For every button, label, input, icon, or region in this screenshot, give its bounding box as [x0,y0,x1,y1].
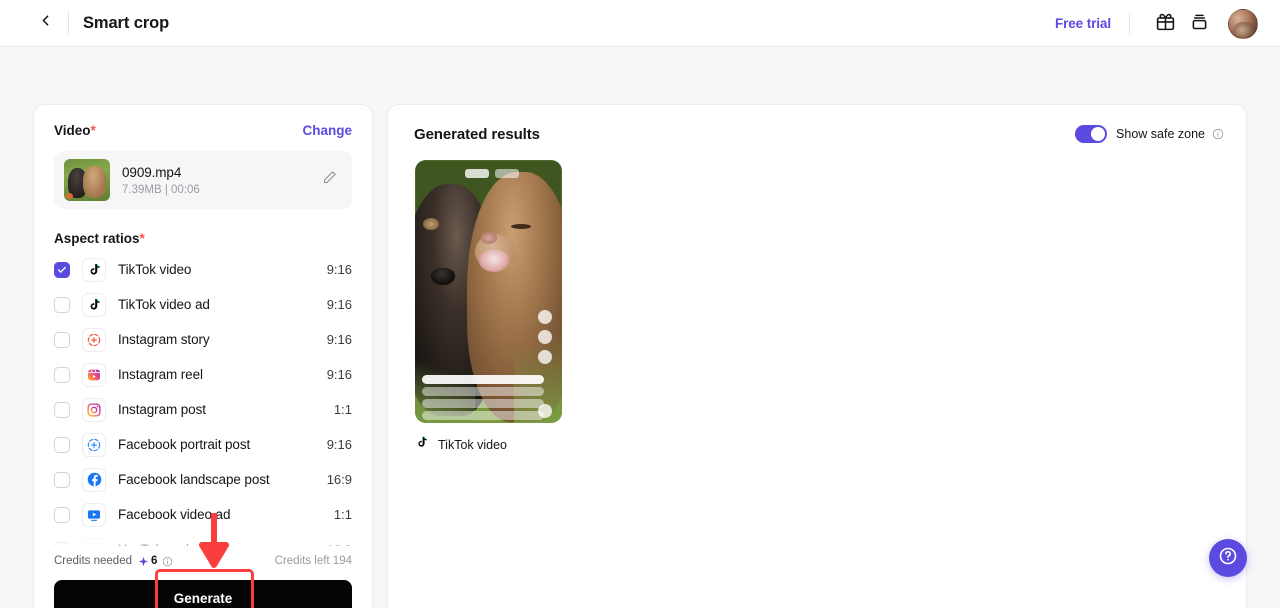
aspect-ratio-value: 9:16 [326,332,352,347]
aspect-ratio-value: 9:16 [326,297,352,312]
required-asterisk: * [139,231,145,246]
aspect-ratio-row-tiktok-video[interactable]: TikTok video 9:16 [54,252,352,287]
facebook-video-icon [82,502,106,527]
page-title: Smart crop [83,13,170,32]
main-stage: Video* Change 0909.mp4 7.39MB | 00:06 As… [0,47,1280,608]
toggle-knob [1091,127,1106,141]
tiktok-icon [415,435,429,454]
video-file-meta: 0909.mp4 7.39MB | 00:06 [122,165,316,196]
aspect-ratio-label: Facebook video ad [118,507,231,522]
aspect-ratio-row-tiktok-video-ad[interactable]: TikTok video ad 9:16 [54,287,352,322]
aspect-ratio-row-facebook-landscape-post[interactable]: Facebook landscape post 16:9 [54,462,352,497]
credits-needed-label: Credits needed [54,555,132,567]
instagram-story-icon [82,327,106,352]
aspect-ratio-label: Instagram post [118,402,206,417]
checkbox-unchecked[interactable] [54,471,70,488]
result-caption-label: TikTok video [438,437,508,452]
help-button[interactable] [1209,539,1247,577]
aspect-ratio-value: 9:16 [326,437,352,452]
aspect-ratio-row-instagram-post[interactable]: Instagram post 1:1 [54,392,352,427]
info-icon[interactable] [1212,128,1224,140]
video-file-row[interactable]: 0909.mp4 7.39MB | 00:06 [54,151,352,209]
aspect-ratio-row-facebook-portrait-post[interactable]: Facebook portrait post 9:16 [54,427,352,462]
results-grid: TikTok video [388,143,1246,454]
credits-row: Credits needed 6 Credits left 194 [54,546,352,576]
aspect-ratio-value: 1:1 [333,507,352,522]
stack-icon [1189,11,1210,37]
credits-bar: Credits needed 6 Credits left 194 Genera… [34,546,372,608]
facebook-icon [82,467,106,492]
header-actions: Free trial [1055,0,1258,47]
aspect-ratio-label: TikTok video [118,262,192,277]
checkbox-unchecked[interactable] [54,331,70,348]
result-caption: TikTok video [415,435,1246,454]
instagram-icon [82,397,106,422]
change-video-button[interactable]: Change [302,123,352,138]
workspace-button[interactable] [1182,7,1216,41]
aspect-ratios-label: Aspect ratios [54,231,140,246]
show-safe-zone-label: Show safe zone [1116,127,1205,141]
video-file-details: 7.39MB | 00:06 [122,183,200,196]
edit-video-button[interactable] [316,167,342,193]
aspect-ratio-list: TikTok video 9:16 TikTok video ad 9:16 I… [54,252,352,567]
aspect-ratio-value: 9:16 [326,367,352,382]
required-asterisk: * [90,123,96,138]
aspect-ratio-row-instagram-story[interactable]: Instagram story 9:16 [54,322,352,357]
video-thumbnail [64,159,110,201]
app-header: Smart crop Free trial [0,0,1280,47]
aspect-ratio-label: Facebook landscape post [118,472,270,487]
aspect-ratios-title: Aspect ratios* [54,231,352,246]
aspect-ratio-value: 16:9 [326,472,352,487]
header-separator [1129,12,1130,35]
results-panel: Generated results Show safe zone TikTok … [387,104,1247,608]
safe-zone-control: Show safe zone [1075,125,1224,143]
instagram-reel-icon [82,362,106,387]
checkbox-unchecked[interactable] [54,436,70,453]
results-title: Generated results [414,125,540,143]
tiktok-icon [82,257,106,282]
checkbox-unchecked[interactable] [54,401,70,418]
aspect-ratio-label: Instagram reel [118,367,203,382]
header-divider [68,12,69,34]
show-safe-zone-toggle[interactable] [1075,125,1108,143]
credits-needed: Credits needed 6 [54,555,173,567]
video-label: Video [54,123,91,138]
aspect-ratio-label: TikTok video ad [118,297,210,312]
back-button[interactable] [28,6,62,40]
result-preview-tiktok[interactable] [415,160,562,423]
facebook-story-icon [82,432,106,457]
tiktok-icon [82,292,106,317]
sparkle-icon [138,556,149,567]
pencil-icon [322,170,337,190]
info-icon[interactable] [162,556,173,567]
checkbox-unchecked[interactable] [54,506,70,523]
aspect-ratio-value: 1:1 [333,402,352,417]
chevron-left-icon [37,12,54,34]
results-header: Generated results Show safe zone [388,105,1246,143]
generate-button[interactable]: Generate [54,580,352,608]
question-mark-icon [1218,546,1238,571]
credits-left-label: Credits left 194 [274,555,352,567]
aspect-ratio-value: 9:16 [326,262,352,277]
video-section-title: Video* [54,123,96,138]
checkbox-unchecked[interactable] [54,366,70,383]
avatar[interactable] [1228,8,1258,39]
aspect-ratio-row-instagram-reel[interactable]: Instagram reel 9:16 [54,357,352,392]
gift-icon [1155,11,1176,37]
checkbox-unchecked[interactable] [54,296,70,313]
aspect-ratio-row-facebook-video-ad[interactable]: Facebook video ad 1:1 [54,497,352,532]
free-trial-link[interactable]: Free trial [1055,16,1111,31]
gift-button[interactable] [1148,7,1182,41]
checkbox-checked[interactable] [54,261,70,278]
generated-video-preview [415,160,562,423]
settings-panel-body: Video* Change 0909.mp4 7.39MB | 00:06 As… [34,105,372,567]
credits-needed-value: 6 [151,555,158,567]
video-section-header: Video* Change [54,123,352,138]
aspect-ratio-label: Instagram story [118,332,210,347]
aspect-ratio-label: Facebook portrait post [118,437,251,452]
video-file-name: 0909.mp4 [122,164,182,180]
settings-panel: Video* Change 0909.mp4 7.39MB | 00:06 As… [33,104,373,608]
